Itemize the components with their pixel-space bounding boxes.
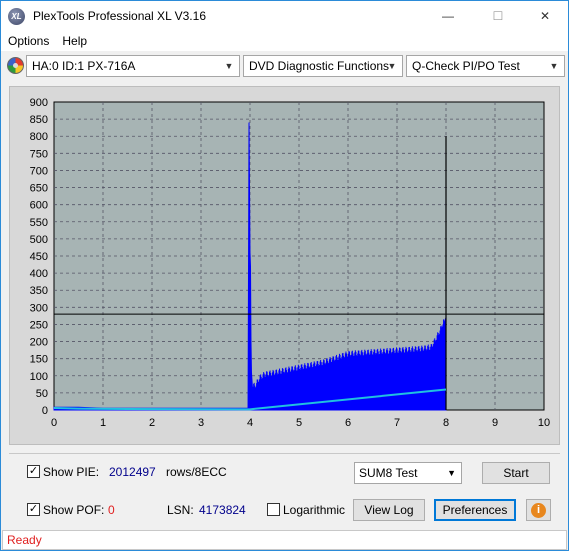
x-tick-label: 10 [538,417,550,429]
x-tick-label: 1 [100,417,106,429]
show-pof-checkbox[interactable]: ✓ [27,503,40,516]
y-tick-label: 900 [30,97,48,109]
checkmark-icon: ✓ [28,465,39,477]
x-tick-label: 3 [198,417,204,429]
function-select-value: DVD Diagnostic Functions [249,59,390,73]
preferences-button-label: Preferences [442,503,508,517]
menu-help[interactable]: Help [55,34,93,48]
status-bar: Ready [2,530,567,550]
pie-unit: rows/8ECC [166,465,227,479]
drive-disc-icon [7,57,24,74]
view-log-button[interactable]: View Log [353,499,425,521]
y-tick-label: 550 [30,217,48,229]
show-pie-label: Show PIE: [43,465,100,479]
preferences-button[interactable]: Preferences [434,499,516,521]
y-tick-label: 500 [30,234,48,246]
minimize-icon: — [442,9,454,23]
maximize-button[interactable]: ☐ [475,1,521,31]
y-tick-label: 300 [30,302,48,314]
close-icon: ✕ [539,9,551,23]
x-tick-label: 6 [345,417,351,429]
chevron-down-icon: ▼ [387,61,397,71]
menu-options[interactable]: Options [1,34,55,48]
title-bar[interactable]: XL PlexTools Professional XL V3.16 — ☐ ✕ [1,1,568,31]
start-button-label: Start [503,466,529,480]
y-tick-label: 400 [30,268,48,280]
info-icon: i [531,502,546,518]
chart-panel: 0 50 100 150 200 250 300 350 400 450 500 550 600 650 7… [9,86,560,445]
drive-select[interactable]: HA:0 ID:1 PX-716A ▼ [26,55,240,77]
chevron-down-icon: ▼ [447,468,456,478]
window-title: PlexTools Professional XL V3.16 [33,9,206,23]
status-text: Ready [7,533,42,547]
menu-bar: Options Help [1,31,568,51]
drive-select-value: HA:0 ID:1 PX-716A [32,59,136,73]
view-log-button-label: View Log [364,503,414,517]
close-button[interactable]: ✕ [522,1,568,31]
lsn-label: LSN: [167,503,194,517]
app-window: XL PlexTools Professional XL V3.16 — ☐ ✕… [0,0,569,551]
test-select-value: Q-Check PI/PO Test [412,59,520,73]
show-pie-checkbox[interactable]: ✓ [27,465,40,478]
x-tick-label: 0 [51,417,57,429]
x-tick-label: 7 [394,417,400,429]
app-logo-icon: XL [8,7,25,25]
chevron-down-icon: ▼ [549,61,559,71]
logarithmic-label: Logarithmic [283,503,346,517]
y-tick-label: 350 [30,285,48,297]
show-pof-label: Show POF: [43,503,105,517]
sum-test-select[interactable]: SUM8 Test ▼ [354,462,462,484]
y-tick-label: 850 [30,114,48,126]
y-tick-label: 150 [30,354,48,366]
checkmark-icon: ✓ [28,503,39,515]
x-tick-label: 8 [443,417,449,429]
lsn-value: 4173824 [199,503,246,517]
y-tick-label: 100 [30,371,48,383]
y-tick-label: 600 [30,200,48,212]
y-tick-label: 450 [30,251,48,263]
controls-panel: ✓ Show PIE: 2012497 rows/8ECC SUM8 Test … [9,453,560,527]
y-tick-label: 750 [30,148,48,160]
x-tick-label: 2 [149,417,155,429]
sum-test-value: SUM8 Test [359,466,418,480]
x-tick-label: 5 [296,417,302,429]
x-tick-label: 4 [247,417,253,429]
test-select[interactable]: Q-Check PI/PO Test ▼ [406,55,565,77]
chevron-down-icon: ▼ [224,61,234,71]
y-tick-label: 50 [36,388,48,400]
pie-value: 2012497 [109,465,156,479]
y-tick-label: 0 [42,405,48,417]
start-button[interactable]: Start [482,462,550,484]
minimize-button[interactable]: — [425,1,471,31]
x-tick-label: 9 [492,417,498,429]
y-tick-label: 200 [30,337,48,349]
y-tick-label: 700 [30,165,48,177]
function-select[interactable]: DVD Diagnostic Functions ▼ [243,55,403,77]
pi-po-chart: 0501001502002503003504004505005506006507… [30,97,550,429]
pof-value: 0 [108,503,115,517]
y-tick-label: 250 [30,319,48,331]
toolbar: HA:0 ID:1 PX-716A ▼ DVD Diagnostic Funct… [1,53,568,79]
info-button[interactable]: i [526,499,551,521]
y-tick-label: 800 [30,131,48,143]
y-tick-label: 650 [30,183,48,195]
logarithmic-checkbox[interactable] [267,503,280,516]
maximize-icon: ☐ [492,9,504,23]
